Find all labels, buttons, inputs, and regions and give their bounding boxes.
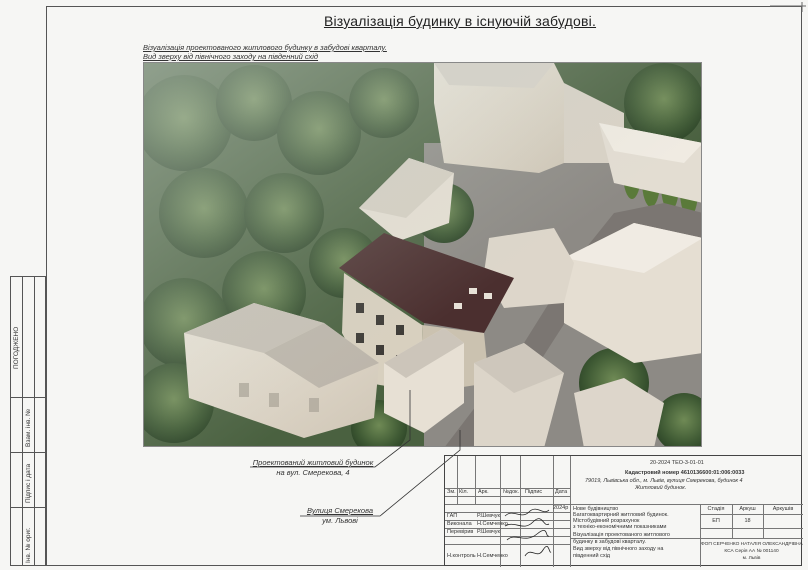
role-executed: Виконала [447, 521, 472, 527]
firm-line-1: ФОП СЕРЧЕНКО НАТАЛІЯ ОЛЕКСАНДРІВНА [701, 542, 803, 547]
hdr-pidpys: Підпис [525, 489, 543, 495]
project-line-4: з техніко-економічними показниками [573, 524, 667, 530]
desc-line-3: Вид зверху від північного заходу на [573, 546, 664, 552]
aerial-visualization [143, 62, 702, 447]
orig-inv-label: Інв. № ориг. [25, 527, 32, 563]
signature-ncontrol [524, 545, 552, 557]
hdr-ark: Арк. [478, 489, 489, 495]
role-ncontrol: Н.контроль [447, 553, 476, 559]
name-checked: Р.Шевчук [477, 529, 500, 535]
name-ncontrol: Н.Семченко [477, 553, 508, 559]
sheet-title: Візуалізація будинку в існуючій забудові… [323, 13, 597, 29]
callout-street: Вулиця Смерекова ум. Львові [300, 506, 380, 526]
desc-line-2: будинку в забудові кварталу. [573, 539, 646, 545]
stage-value: ЕП [712, 518, 720, 524]
sheet-value: 18 [744, 518, 751, 524]
approval-strip: ПОГОДЖЕНО Взам. інв. № Підпис і дата Інв… [10, 276, 46, 566]
stage-header: Стадія [707, 506, 725, 512]
hdr-ndok: №док. [503, 489, 520, 495]
object-address-2: Житловий будинок. [635, 485, 687, 491]
object-address: 79019, Львівська обл., м. Львів, вулиця … [585, 478, 743, 484]
callout-building-line-2: на вул. Смерекова, 4 [276, 468, 350, 477]
desc-line-4: південний схід [573, 553, 611, 559]
role-checked: Перевірив [447, 529, 474, 535]
desc-line-1: Візуалізація проектованого житлового [573, 532, 670, 538]
callout-street-line-1: Вулиця Смерекова [306, 506, 374, 515]
sheet-subtitle: Візуалізація проектованого житлового буд… [143, 43, 387, 61]
title-block: 20-2024 ТЕО-3-01-01 Кадастровий номер 46… [444, 455, 803, 567]
replaced-inv-label: Взам. інв. № [25, 408, 32, 447]
subtitle-line-2: Вид зверху від північного заходу на півд… [143, 52, 319, 61]
name-gap: Р.Шевчук [477, 513, 500, 519]
sheet-code: 20-2024 ТЕО-3-01-01 [650, 460, 704, 466]
callout-building-line-1: Проектований житловий будинок [252, 458, 374, 467]
drawing-sheet: Візуалізація будинку в існуючій забудові… [0, 0, 808, 570]
stamp-year: 2024р [553, 505, 569, 511]
hdr-kil: Кіл. [459, 489, 469, 495]
hdr-zm: Зм. [447, 489, 456, 495]
sign-date-label: Підпис і дата [25, 463, 32, 503]
callout-street-line-2: ум. Львові [322, 516, 358, 525]
callout-proposed-building: Проектований житловий будинок на вул. См… [248, 458, 378, 478]
firm-line-2: КСА Серія АА № 001140 [724, 549, 779, 554]
agreed-label: ПОГОДЖЕНО [13, 326, 20, 369]
sheets-header: Аркушів [772, 506, 794, 512]
role-gap: ГАП [447, 513, 458, 519]
subtitle-line-1: Візуалізація проектованого житлового буд… [143, 43, 387, 52]
signatures [504, 508, 550, 541]
sheet-header: Аркуш [739, 506, 756, 512]
firm-line-3: м. Львів [742, 556, 761, 561]
corner-mark [770, 2, 806, 12]
cadastre-number: Кадастровий номер 4610136600:01:006:0033 [625, 470, 745, 476]
hdr-data: Дата [555, 489, 568, 495]
